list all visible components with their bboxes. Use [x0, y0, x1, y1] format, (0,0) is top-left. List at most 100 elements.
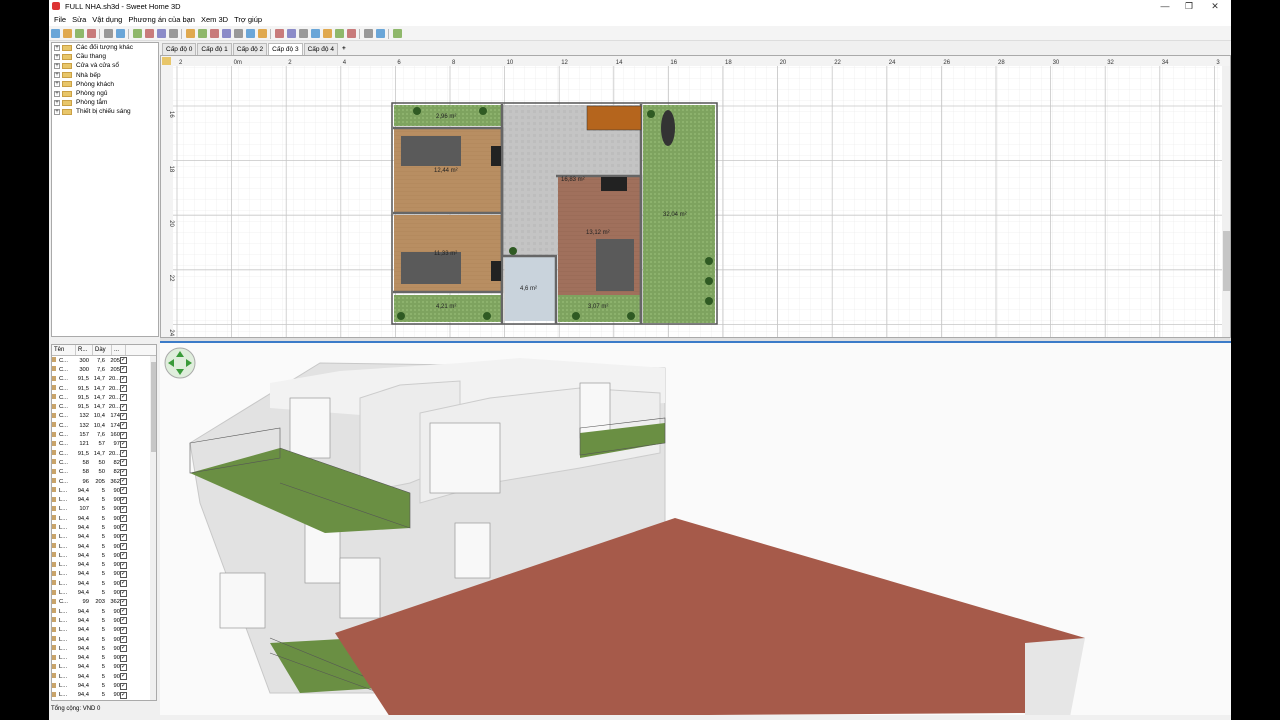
visible-checkbox[interactable]: ✓	[120, 487, 132, 495]
visible-checkbox[interactable]: ✓	[120, 543, 132, 551]
visible-checkbox[interactable]: ✓	[120, 422, 132, 430]
visible-checkbox[interactable]: ✓	[120, 561, 132, 569]
menu-plan[interactable]: Phương án của bạn	[128, 15, 195, 24]
expand-icon[interactable]: +	[54, 53, 60, 60]
table-row[interactable]: L...94,4590✓	[52, 533, 156, 542]
table-row[interactable]: L...94,4590✓	[52, 635, 156, 644]
add-level-button[interactable]: +	[339, 43, 349, 55]
catalog-item-bedroom[interactable]: + Phòng ngủ	[52, 89, 158, 98]
catalog-item-bathroom[interactable]: + Phòng tắm	[52, 98, 158, 107]
minimize-button[interactable]: —	[1155, 1, 1175, 11]
table-row[interactable]: L...94,4590✓	[52, 644, 156, 653]
table-row[interactable]: C... 91,5 14,7 20... ✓	[52, 393, 156, 402]
expand-icon[interactable]: +	[54, 108, 60, 115]
tab-level-0[interactable]: Cấp độ 0	[162, 43, 197, 55]
table-row[interactable]: C... 300 7,6 205 ✓	[52, 356, 156, 365]
visible-checkbox[interactable]: ✓	[120, 431, 132, 439]
3d-canvas[interactable]	[160, 343, 1231, 715]
expand-icon[interactable]: +	[54, 44, 60, 51]
table-row[interactable]: L...94,4590✓	[52, 570, 156, 579]
table-row[interactable]: C... 58 50 82 ✓	[52, 458, 156, 467]
visible-checkbox[interactable]: ✓	[120, 645, 132, 653]
visible-checkbox[interactable]: ✓	[120, 357, 132, 365]
new-icon[interactable]	[51, 29, 60, 38]
visible-checkbox[interactable]: ✓	[120, 403, 132, 411]
table-row[interactable]: L...94,4590✓	[52, 551, 156, 560]
furniture-list-scrollbar[interactable]	[150, 356, 156, 700]
table-row[interactable]: L... 107 5 90 ✓	[52, 505, 156, 514]
visible-checkbox[interactable]: ✓	[120, 385, 132, 393]
text-bold-icon[interactable]	[287, 29, 296, 38]
visible-checkbox[interactable]: ✓	[120, 505, 132, 513]
zoom-in-icon[interactable]	[335, 29, 344, 38]
table-row[interactable]: L...94,4590✓	[52, 542, 156, 551]
3d-view[interactable]	[160, 341, 1231, 715]
pan-icon[interactable]	[198, 29, 207, 38]
table-row[interactable]: L...94,4590✓	[52, 626, 156, 635]
visible-checkbox[interactable]: ✓	[120, 468, 132, 476]
table-row[interactable]: L...94,4590✓	[52, 654, 156, 663]
navigation-arrows-icon[interactable]	[164, 347, 196, 379]
help-icon[interactable]	[393, 29, 402, 38]
plan-canvas[interactable]: 2 0m 2 4 6 8 10 12 14 16 18 20 22 24 26 28 30 32 34 3 16182…	[161, 56, 1231, 338]
visible-checkbox[interactable]: ✓	[120, 570, 132, 578]
create-walls-icon[interactable]	[210, 29, 219, 38]
table-row[interactable]: C... 121 57 97 ✓	[52, 440, 156, 449]
create-polylines-icon[interactable]	[234, 29, 243, 38]
visible-checkbox[interactable]: ✓	[120, 478, 132, 485]
photo-icon[interactable]	[364, 29, 373, 38]
tab-level-4[interactable]: Cấp độ 4	[303, 43, 338, 55]
catalog-item-living-room[interactable]: + Phòng khách	[52, 80, 158, 89]
visible-checkbox[interactable]: ✓	[120, 673, 132, 681]
visible-checkbox[interactable]: ✓	[120, 691, 132, 699]
add-furniture-icon[interactable]	[169, 29, 178, 38]
visible-checkbox[interactable]: ✓	[120, 375, 132, 383]
visible-checkbox[interactable]: ✓	[120, 654, 132, 662]
column-header-name[interactable]: Tên	[52, 345, 76, 355]
close-button[interactable]: ✕	[1205, 1, 1225, 12]
table-row[interactable]: L...94,4590✓	[52, 700, 156, 701]
menu-edit[interactable]: Sửa	[72, 15, 86, 24]
tab-level-2[interactable]: Cấp độ 2	[232, 43, 268, 55]
table-row[interactable]: L...94,4590✓	[52, 561, 156, 570]
tab-level-1[interactable]: Cấp độ 1	[197, 43, 232, 55]
column-header-depth[interactable]: Dày	[93, 345, 112, 355]
catalog-item-doors-windows[interactable]: + Cửa và cửa sổ	[52, 61, 158, 70]
visible-checkbox[interactable]: ✓	[120, 394, 132, 402]
table-row[interactable]: C... 157 7,6 160 ✓	[52, 430, 156, 439]
visible-checkbox[interactable]: ✓	[120, 663, 132, 671]
visible-checkbox[interactable]: ✓	[120, 533, 132, 541]
redo-icon[interactable]	[116, 29, 125, 38]
increase-text-icon[interactable]	[311, 29, 320, 38]
visible-checkbox[interactable]: ✓	[120, 598, 132, 606]
create-labels-icon[interactable]	[258, 29, 267, 38]
table-row[interactable]: L...94,4590✓	[52, 672, 156, 681]
table-row[interactable]: C... 58 50 82 ✓	[52, 468, 156, 477]
table-row[interactable]: L...94,4590✓	[52, 579, 156, 588]
visible-checkbox[interactable]: ✓	[120, 580, 132, 588]
table-row[interactable]: L...94,4590✓	[52, 607, 156, 616]
table-row[interactable]: L...94,4590✓	[52, 514, 156, 523]
video-icon[interactable]	[376, 29, 385, 38]
text-italic-icon[interactable]	[299, 29, 308, 38]
plan-scrollbar-thumb[interactable]	[1223, 231, 1230, 291]
open-icon[interactable]	[63, 29, 72, 38]
column-header-width[interactable]: R...	[76, 345, 93, 355]
scrollbar-thumb[interactable]	[151, 362, 156, 452]
paste-icon[interactable]	[157, 29, 166, 38]
decrease-text-icon[interactable]	[323, 29, 332, 38]
table-row[interactable]: C... 91,5 14,7 20... ✓	[52, 384, 156, 393]
menu-furniture[interactable]: Vật dụng	[92, 15, 122, 24]
table-row[interactable]: L...94,4590✓	[52, 681, 156, 690]
visible-checkbox[interactable]: ✓	[120, 366, 132, 374]
visible-checkbox[interactable]: ✓	[120, 608, 132, 616]
table-row[interactable]: L...94,4590✓	[52, 523, 156, 532]
cut-icon[interactable]	[133, 29, 142, 38]
save-icon[interactable]	[75, 29, 84, 38]
catalog-item-kitchen[interactable]: + Nhà bếp	[52, 71, 158, 80]
plan-scrollbar[interactable]	[1222, 66, 1231, 338]
table-row[interactable]: C... 91,5 14,7 20... ✓	[52, 375, 156, 384]
expand-icon[interactable]: +	[54, 90, 60, 97]
visible-checkbox[interactable]: ✓	[120, 496, 132, 504]
visible-checkbox[interactable]: ✓	[120, 626, 132, 634]
